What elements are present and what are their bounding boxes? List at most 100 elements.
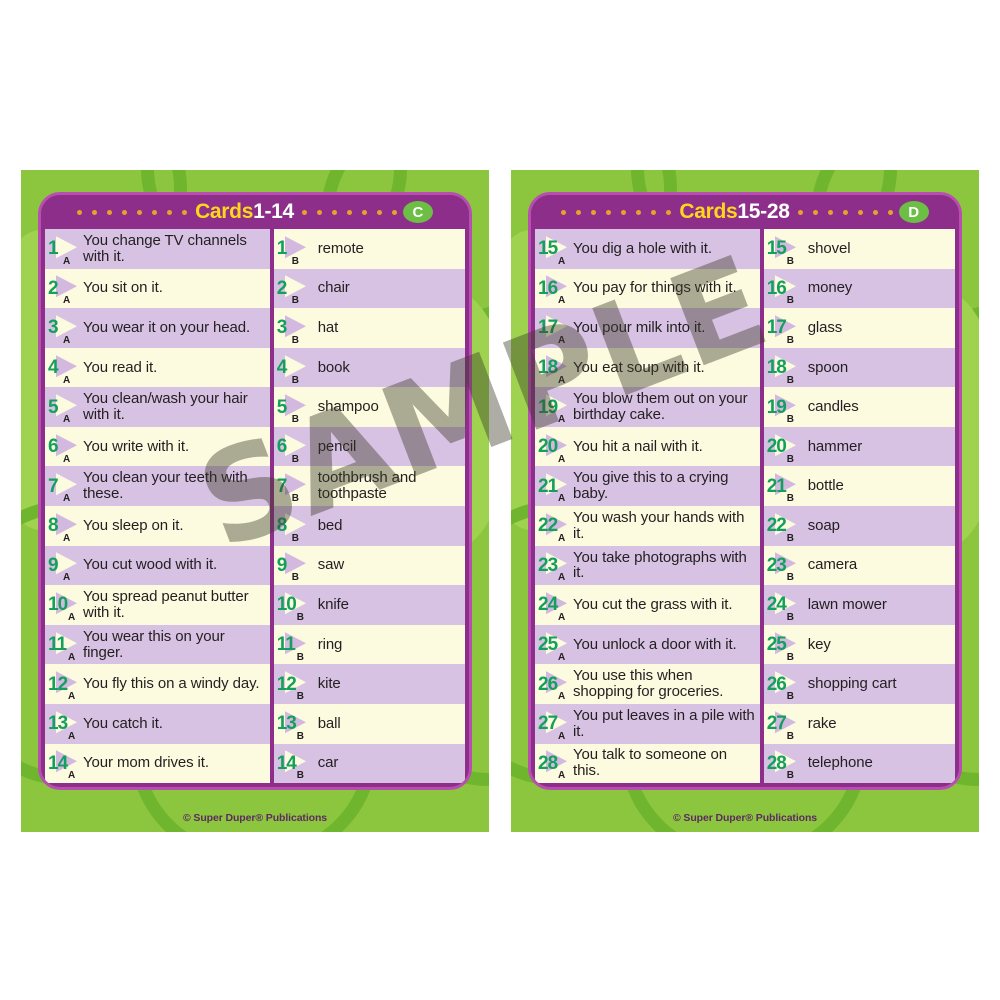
row-side-letter: A: [558, 532, 566, 544]
card-row[interactable]: 8 A You sleep on it.: [45, 506, 270, 546]
card-row[interactable]: 23 Bcamera: [763, 545, 955, 586]
card-row[interactable]: 3 A You wear it on your head.: [45, 308, 270, 348]
row-number: 21: [538, 475, 558, 497]
card-row[interactable]: 2 A You sit on it.: [45, 268, 270, 309]
card-row[interactable]: 28 A You talk to someone on this.: [535, 743, 760, 784]
row-number-flag: 24 A: [537, 585, 571, 625]
card-row[interactable]: 7 Btoothbrush and toothpaste: [273, 466, 465, 507]
card-body-right: 15 A You dig a hole with it. 16 A You pay for…: [535, 229, 955, 784]
row-text: You unlock a door with it.: [573, 635, 737, 653]
card-row[interactable]: 13 A You catch it.: [45, 703, 270, 744]
card-row[interactable]: 8 Bbed: [273, 506, 465, 546]
card-row[interactable]: 14 A Your mom drives it.: [45, 743, 270, 784]
card-row[interactable]: 12 A You fly this on a windy day.: [45, 664, 270, 704]
card-row[interactable]: 5 Bshampoo: [273, 387, 465, 427]
card-badge-letter: D: [898, 201, 929, 223]
row-number-flag: 12 B: [276, 664, 310, 704]
card-row[interactable]: 6 Bpencil: [273, 426, 465, 467]
card-row[interactable]: 26 A You use this when shopping for grocer…: [535, 664, 760, 704]
row-text: rake: [807, 714, 837, 732]
row-number-flag: 12 A: [47, 664, 81, 704]
header-dot-icon: [152, 209, 158, 215]
row-number-flag: 2B: [276, 269, 310, 309]
card-row[interactable]: 11 Bring: [273, 624, 465, 665]
row-number: 28: [538, 752, 558, 774]
row-side-letter: B: [291, 414, 299, 426]
row-text: soap: [807, 516, 840, 534]
header-dot-icon: [561, 209, 567, 215]
card-row[interactable]: 5 A You clean/wash your hair with it.: [45, 387, 270, 427]
row-text: You fly this on a windy day.: [83, 675, 260, 693]
card-row[interactable]: 17 A You pour milk into it.: [535, 308, 760, 348]
card-row[interactable]: 18 Bspoon: [763, 347, 955, 388]
row-text: saw: [317, 556, 345, 574]
card-row[interactable]: 13 Bball: [273, 703, 465, 744]
copyright-credit: © Super Duper® Publications: [672, 812, 818, 824]
card-row[interactable]: 24 Blawn mower: [763, 585, 955, 625]
row-number-flag: 24 B: [766, 585, 800, 625]
card-row[interactable]: 24 A You cut the grass with it.: [535, 585, 760, 625]
card-row[interactable]: 21 Bbottle: [763, 466, 955, 507]
row-number-flag: 23 A: [537, 546, 571, 586]
card-row[interactable]: 12 Bkite: [273, 664, 465, 704]
row-text: bottle: [807, 477, 844, 495]
card-row[interactable]: 19 Bcandles: [763, 387, 955, 427]
row-side-letter: A: [68, 730, 76, 742]
row-number-flag: 2A: [47, 269, 81, 309]
card-row[interactable]: 1 Bremote: [273, 229, 465, 269]
row-side-letter: A: [558, 651, 566, 663]
card-row[interactable]: 15 Bshovel: [763, 229, 955, 269]
row-side-letter: A: [68, 651, 76, 663]
card-row[interactable]: 9 A You cut wood with it.: [45, 545, 270, 586]
card-row[interactable]: 14 Bcar: [273, 743, 465, 784]
header-dot-icon: [167, 209, 173, 215]
row-number: 23: [766, 554, 787, 576]
header-dots-left: [77, 209, 188, 215]
triangle-flag-icon: [56, 433, 77, 456]
card-row[interactable]: 16 Bmoney: [763, 268, 955, 309]
card-row[interactable]: 2 Bchair: [273, 268, 465, 309]
card-row[interactable]: 22 A You wash your hands with it.: [535, 506, 760, 546]
card-row[interactable]: 21 A You give this to a crying baby.: [535, 466, 760, 507]
card-row[interactable]: 4 B book: [273, 347, 465, 388]
card-title-right: Cards15-28: [679, 201, 790, 222]
card-row[interactable]: 28 Btelephone: [763, 743, 955, 784]
card-row[interactable]: 16 A You pay for things with it.: [535, 268, 760, 309]
triangle-flag-icon: [56, 552, 77, 575]
row-number-flag: 28 B: [766, 744, 800, 784]
row-side-letter: A: [558, 414, 566, 426]
card-row[interactable]: 23 A You take photographs with it.: [535, 545, 760, 586]
row-text: book: [317, 358, 350, 376]
card-row[interactable]: 10 Bknife: [273, 585, 465, 625]
page-stage: Cards1-14 C 1 A You change TV channels wit…: [0, 0, 1000, 1000]
card-row[interactable]: 27 A You put leaves in a pile with it.: [535, 703, 760, 744]
card-row[interactable]: 18 A You eat soup with it.: [535, 347, 760, 388]
card-row[interactable]: 3 Bhat: [273, 308, 465, 348]
card-row[interactable]: 20 Bhammer: [763, 426, 955, 467]
card-row[interactable]: 9 Bsaw: [273, 545, 465, 586]
card-row[interactable]: 25 Bkey: [763, 624, 955, 665]
card-row[interactable]: 17 Bglass: [763, 308, 955, 348]
triangle-flag-icon: [56, 236, 77, 259]
row-number: 28: [766, 752, 787, 774]
card-row[interactable]: 26 Bshopping cart: [763, 664, 955, 704]
row-text: You use this when shopping for groceries…: [573, 667, 724, 701]
card-row[interactable]: 20 A You hit a nail with it.: [535, 426, 760, 467]
card-row[interactable]: 11 A You wear this on your finger.: [45, 624, 270, 665]
card-row[interactable]: 19 A You blow them out on your birthday ca…: [535, 387, 760, 427]
card-row[interactable]: 7 A You clean your teeth with these.: [45, 466, 270, 507]
card-row[interactable]: 25 A You unlock a door with it.: [535, 624, 760, 665]
card-row[interactable]: 6 A You write with it.: [45, 426, 270, 467]
row-number: 4: [276, 357, 288, 379]
card-row[interactable]: 27 Brake: [763, 703, 955, 744]
row-text: bed: [317, 516, 343, 534]
row-text: You write with it.: [83, 437, 190, 455]
header-dot-icon: [666, 209, 672, 215]
card-row[interactable]: 22 Bsoap: [763, 506, 955, 546]
card-row[interactable]: 1 A You change TV channels with it.: [45, 229, 270, 269]
card-row[interactable]: 10 A You spread peanut butter with it.: [45, 585, 270, 625]
card-row[interactable]: 4 A You read it.: [45, 347, 270, 388]
row-number-flag: 4B: [276, 348, 310, 388]
card-row[interactable]: 15 A You dig a hole with it.: [535, 229, 760, 269]
row-text: Your mom drives it.: [83, 754, 209, 772]
